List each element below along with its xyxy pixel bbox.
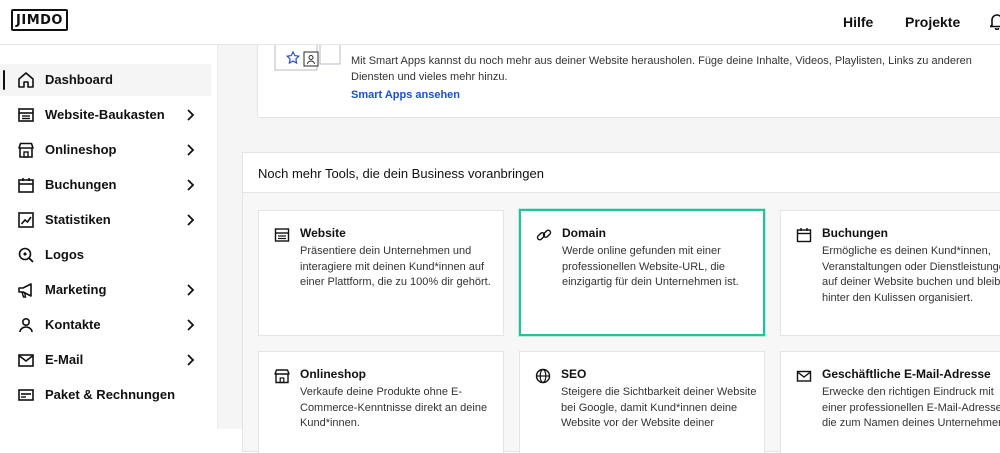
tool-tile-seo[interactable]: SEO Steigere die Sichtbarkeit deiner Web…: [519, 351, 765, 453]
tool-tile-buchungen[interactable]: Buchungen Ermögliche es deinen Kund*inne…: [780, 210, 1000, 336]
tile-description: Verkaufe deine Produkte ohne E-Commerce-…: [300, 386, 488, 429]
tool-tile-domain[interactable]: Domain Werde online gefunden mit einer p…: [519, 209, 765, 336]
smart-apps-link[interactable]: Smart Apps ansehen: [351, 89, 460, 101]
top-bar: JIMDO Hilfe Projekte: [0, 0, 1000, 45]
shop-icon: [274, 369, 290, 384]
main-content: Mit Smart Apps kannst du noch mehr aus d…: [218, 44, 1000, 453]
sidebar-item-label: Logos: [45, 247, 84, 262]
tool-tile-website[interactable]: Website Präsentiere dein Unternehmen und…: [258, 210, 504, 336]
mail-icon: [18, 354, 34, 367]
tile-description: Präsentiere dein Unternehmen und interag…: [300, 245, 491, 288]
smart-apps-illustration-icon: [274, 44, 341, 71]
megaphone-icon: [18, 283, 32, 298]
sidebar-item-label: Website-Baukasten: [45, 107, 165, 122]
shop-icon: [18, 142, 34, 158]
mail-icon: [796, 370, 812, 382]
tile-description: Ermögliche es deinen Kund*innen, Veranst…: [822, 245, 1000, 304]
calendar-icon: [796, 228, 812, 243]
bell-icon[interactable]: [990, 12, 1000, 30]
layout-icon: [18, 108, 34, 122]
chevron-right-icon: [187, 354, 195, 366]
tile-title: SEO: [561, 367, 587, 381]
sidebar-item-label: Onlineshop: [45, 142, 117, 157]
chevron-right-icon: [187, 284, 195, 296]
tile-description: Erwecke den richtigen Eindruck mit einer…: [822, 386, 1000, 429]
sidebar-item-kontakte[interactable]: Kontakte: [0, 309, 211, 341]
billing-icon: [18, 389, 34, 401]
sidebar-item-label: Statistiken: [45, 212, 111, 227]
tile-title: Geschäftliche E-Mail-Adresse: [822, 367, 991, 381]
smart-apps-description: Mit Smart Apps kannst du noch mehr aus d…: [351, 55, 972, 83]
layout-icon: [274, 228, 290, 242]
tool-tile-business-email[interactable]: Geschäftliche E-Mail-Adresse Erwecke den…: [780, 351, 1000, 453]
sidebar-item-paket-rechnungen[interactable]: Paket & Rechnungen: [0, 379, 211, 411]
tools-title: Noch mehr Tools, die dein Business voran…: [258, 166, 544, 181]
tile-title: Buchungen: [822, 226, 888, 240]
sidebar: Dashboard Website-Baukasten Onlineshop B…: [0, 44, 218, 429]
sidebar-item-onlineshop[interactable]: Onlineshop: [0, 134, 211, 166]
sidebar-item-logos[interactable]: Logos: [0, 239, 211, 271]
globe-icon: [535, 368, 551, 384]
sidebar-item-buchungen[interactable]: Buchungen: [0, 169, 211, 201]
tools-panel: Noch mehr Tools, die dein Business voran…: [242, 152, 1000, 453]
tile-title: Website: [300, 226, 346, 240]
chart-icon: [18, 212, 34, 228]
projects-link[interactable]: Projekte: [905, 14, 960, 30]
sidebar-item-email[interactable]: E-Mail: [0, 344, 211, 376]
sidebar-item-marketing[interactable]: Marketing: [0, 274, 211, 306]
tile-description: Werde online gefunden mit einer professi…: [562, 245, 739, 288]
sidebar-item-label: Kontakte: [45, 317, 101, 332]
sidebar-item-statistiken[interactable]: Statistiken: [0, 204, 211, 236]
tile-title: Onlineshop: [300, 367, 366, 381]
chevron-right-icon: [187, 144, 195, 156]
tool-tile-onlineshop[interactable]: Onlineshop Verkaufe deine Produkte ohne …: [258, 351, 504, 453]
smart-apps-card: Mit Smart Apps kannst du noch mehr aus d…: [257, 44, 1000, 118]
sidebar-item-label: Buchungen: [45, 177, 117, 192]
chevron-right-icon: [187, 214, 195, 226]
tools-header: Noch mehr Tools, die dein Business voran…: [243, 153, 1000, 193]
sidebar-item-label: E-Mail: [45, 352, 84, 367]
tile-title: Domain: [562, 226, 607, 240]
sidebar-item-dashboard[interactable]: Dashboard: [0, 64, 211, 96]
sidebar-item-label: Dashboard: [45, 72, 113, 87]
tile-description: Steigere die Sichtbarkeit deiner Website…: [561, 386, 757, 429]
jimdo-logo[interactable]: JIMDO: [11, 9, 68, 31]
sidebar-item-label: Paket & Rechnungen: [45, 387, 176, 402]
chevron-right-icon: [187, 179, 195, 191]
calendar-icon: [18, 178, 34, 193]
person-icon: [19, 317, 33, 333]
home-icon: [18, 72, 34, 88]
chevron-right-icon: [187, 319, 195, 331]
sidebar-item-website-baukasten[interactable]: Website-Baukasten: [0, 99, 211, 131]
chevron-right-icon: [187, 109, 195, 121]
link-icon: [536, 229, 552, 241]
logo-search-icon: [18, 247, 34, 263]
help-link[interactable]: Hilfe: [843, 14, 873, 30]
sidebar-item-label: Marketing: [45, 282, 107, 297]
